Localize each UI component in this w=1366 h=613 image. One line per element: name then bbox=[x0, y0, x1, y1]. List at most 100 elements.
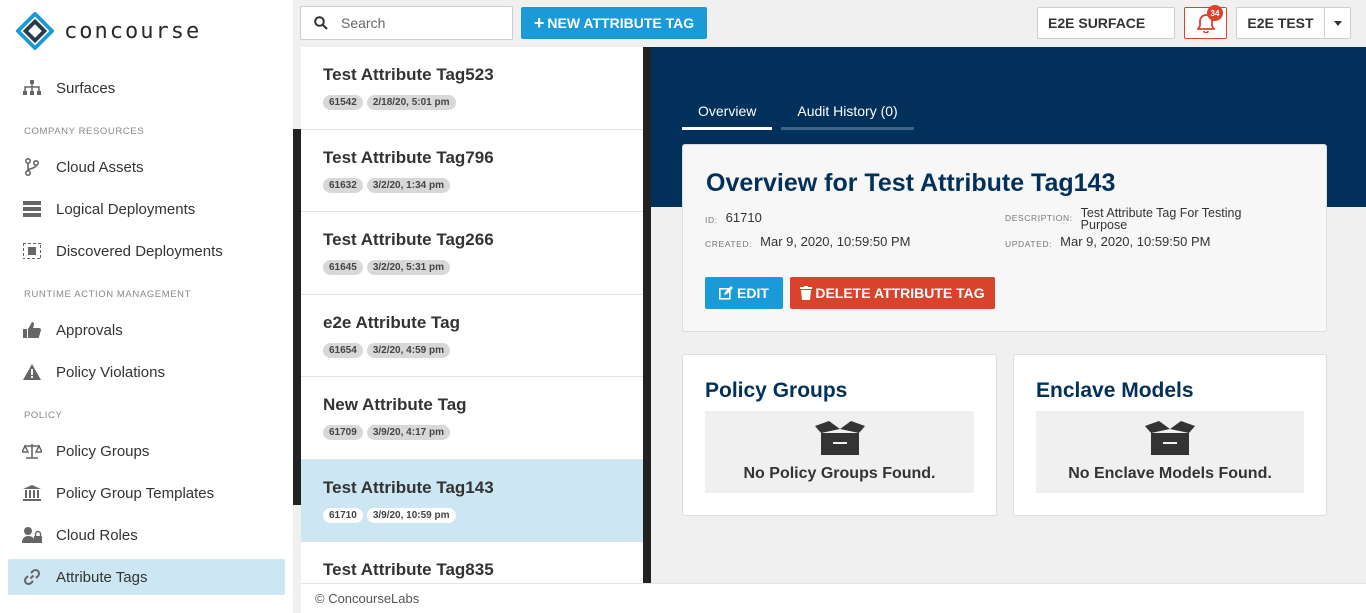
caret-down-icon bbox=[1333, 20, 1342, 26]
brand-logo[interactable]: concourse bbox=[16, 12, 201, 50]
edit-button[interactable]: EDIT bbox=[705, 277, 783, 309]
sidebar-item-cloud-assets[interactable]: Cloud Assets bbox=[8, 149, 285, 185]
meta-created-value: Mar 9, 2020, 10:59:50 PM bbox=[760, 234, 911, 249]
section-label-runtime-action-management: RUNTIME ACTION MANAGEMENT bbox=[24, 289, 192, 300]
warning-icon bbox=[22, 362, 42, 382]
date-chip: 3/2/20, 4:59 pm bbox=[366, 342, 450, 358]
list-scrollbar[interactable] bbox=[643, 47, 651, 583]
meta-created: CREATED: Mar 9, 2020, 10:59:50 PM bbox=[705, 234, 911, 249]
enclave-models-title: Enclave Models bbox=[1036, 379, 1194, 402]
tab-overview[interactable]: Overview bbox=[682, 103, 773, 130]
attribute-tag-list: Test Attribute Tag523 61542 2/18/20, 5:01… bbox=[301, 47, 643, 583]
enclave-models-empty-text: No Enclave Models Found. bbox=[1068, 465, 1272, 482]
sidebar-item-policy-group-templates[interactable]: Policy Group Templates bbox=[8, 475, 285, 511]
delete-attribute-tag-button[interactable]: DELETE ATTRIBUTE TAG bbox=[790, 277, 995, 309]
search-box[interactable] bbox=[300, 6, 513, 40]
overview-card: Overview for Test Attribute Tag143 ID: 6… bbox=[682, 144, 1327, 332]
enclave-models-card: Enclave Models No Enclave Models Found. bbox=[1013, 354, 1327, 516]
list-item-selected[interactable]: Test Attribute Tag143 61710 3/9/20, 10:59… bbox=[301, 459, 643, 542]
sidebar-item-label: Logical Deployments bbox=[56, 200, 196, 218]
search-input[interactable] bbox=[341, 15, 501, 31]
edit-icon bbox=[719, 286, 734, 300]
list-item[interactable]: e2e Attribute Tag 61654 3/2/20, 4:59 pm bbox=[301, 295, 643, 377]
sidebar-item-label: Policy Groups bbox=[56, 442, 150, 460]
sidebar-item-label: Cloud Assets bbox=[56, 158, 144, 176]
meta-id: ID: 61710 bbox=[705, 210, 762, 225]
sidebar-item-policy-groups[interactable]: Policy Groups bbox=[8, 433, 285, 469]
sidebar-item-policy-violations[interactable]: Policy Violations bbox=[8, 354, 285, 390]
list-item[interactable]: Test Attribute Tag266 61645 3/2/20, 5:31 … bbox=[301, 212, 643, 295]
sidebar: concourse Surfaces COMPANY RESOURCES Clo… bbox=[0, 0, 293, 613]
surface-selector[interactable]: E2E SURFACE bbox=[1037, 7, 1175, 39]
new-attribute-tag-label: NEW ATTRIBUTE TAG bbox=[547, 15, 695, 31]
id-chip: 61710 bbox=[323, 507, 363, 523]
list-item-title: e2e Attribute Tag bbox=[323, 312, 460, 332]
date-chip: 3/9/20, 4:17 pm bbox=[366, 425, 450, 440]
sidebar-item-label: Discovered Deployments bbox=[56, 242, 223, 260]
thumbs-up-icon bbox=[22, 320, 42, 340]
meta-updated-label: UPDATED: bbox=[1005, 239, 1053, 249]
sidebar-item-approvals[interactable]: Approvals bbox=[8, 312, 285, 348]
user-name: E2E TEST bbox=[1247, 15, 1314, 31]
user-menu[interactable]: E2E TEST bbox=[1236, 7, 1351, 39]
detail-panel: Overview Audit History (0) Overview for … bbox=[651, 47, 1366, 583]
sidebar-item-attribute-tags[interactable]: Attribute Tags bbox=[8, 559, 285, 595]
sidebar-item-cloud-roles[interactable]: Cloud Roles bbox=[8, 517, 285, 553]
concourse-logo-icon bbox=[16, 12, 54, 50]
policy-groups-empty-state: No Policy Groups Found. bbox=[705, 411, 974, 493]
bank-icon bbox=[22, 483, 42, 503]
list-item[interactable]: New Attribute Tag 61709 3/9/20, 4:17 pm bbox=[301, 377, 643, 460]
policy-groups-empty-text: No Policy Groups Found. bbox=[743, 465, 936, 482]
sidebar-item-discovered-deployments[interactable]: Discovered Deployments bbox=[8, 233, 285, 269]
list-item-title: Test Attribute Tag523 bbox=[323, 65, 494, 84]
user-lock-icon bbox=[22, 525, 42, 545]
plus-icon: + bbox=[533, 13, 545, 33]
list-item-title: Test Attribute Tag835 bbox=[323, 560, 494, 579]
empty-box-icon bbox=[1145, 421, 1195, 455]
edit-label: EDIT bbox=[737, 285, 769, 301]
date-chip: 2/18/20, 5:01 pm bbox=[366, 95, 456, 110]
sidebar-item-logical-deployments[interactable]: Logical Deployments bbox=[8, 191, 285, 227]
list-item[interactable]: Test Attribute Tag523 61542 2/18/20, 5:01… bbox=[301, 47, 643, 130]
new-attribute-tag-button[interactable]: + NEW ATTRIBUTE TAG bbox=[521, 7, 707, 39]
list-item-title: New Attribute Tag bbox=[323, 395, 467, 414]
server-icon bbox=[22, 199, 42, 219]
list-item[interactable]: Test Attribute Tag796 61632 3/2/20, 1:34 … bbox=[301, 130, 643, 212]
meta-id-label: ID: bbox=[705, 215, 718, 225]
sidebar-nav: Surfaces COMPANY RESOURCES Cloud Assets … bbox=[8, 70, 285, 601]
user-menu-dropdown[interactable] bbox=[1324, 8, 1350, 38]
list-item[interactable]: Test Attribute Tag835 bbox=[301, 542, 643, 583]
meta-id-value: 61710 bbox=[725, 210, 762, 225]
sitemap-icon bbox=[22, 78, 42, 98]
detail-tabs: Overview Audit History (0) bbox=[682, 103, 923, 130]
sidebar-item-surfaces[interactable]: Surfaces bbox=[8, 70, 285, 106]
brand-name: concourse bbox=[64, 18, 202, 44]
meta-updated-value: Mar 9, 2020, 10:59:50 PM bbox=[1060, 234, 1211, 249]
sidebar-item-label: Policy Group Templates bbox=[56, 484, 215, 502]
list-item-title: Test Attribute Tag266 bbox=[323, 230, 494, 249]
meta-updated: UPDATED: Mar 9, 2020, 10:59:50 PM bbox=[1005, 234, 1211, 249]
empty-box-icon bbox=[814, 421, 865, 455]
balance-scale-icon bbox=[22, 441, 42, 461]
id-chip: 61709 bbox=[323, 425, 363, 440]
meta-description-value: Test Attribute Tag For Testing Purpose bbox=[1080, 206, 1242, 232]
policy-groups-title: Policy Groups bbox=[705, 379, 848, 402]
notification-count-badge: 34 bbox=[1207, 5, 1223, 21]
footer-copyright: © ConcourseLabs bbox=[315, 591, 420, 606]
enclave-models-empty-state: No Enclave Models Found. bbox=[1036, 411, 1304, 493]
id-chip: 61654 bbox=[323, 342, 363, 358]
sidebar-divider bbox=[293, 129, 301, 505]
date-chip: 3/2/20, 5:31 pm bbox=[366, 260, 450, 275]
page-title: Overview for Test Attribute Tag143 bbox=[706, 169, 1116, 197]
delete-label: DELETE ATTRIBUTE TAG bbox=[815, 285, 985, 301]
section-label-policy: POLICY bbox=[24, 410, 63, 421]
tab-audit-history[interactable]: Audit History (0) bbox=[781, 103, 914, 130]
meta-created-label: CREATED: bbox=[705, 239, 753, 249]
discovered-icon bbox=[22, 241, 42, 261]
sidebar-item-label: Approvals bbox=[56, 321, 123, 339]
sidebar-item-label: Policy Violations bbox=[56, 363, 165, 381]
meta-description: DESCRIPTION: Test Attribute Tag For Test… bbox=[1005, 206, 1261, 232]
trash-icon bbox=[800, 286, 813, 300]
notifications-button[interactable]: 34 bbox=[1184, 5, 1227, 39]
footer: © ConcourseLabs bbox=[301, 583, 1366, 613]
